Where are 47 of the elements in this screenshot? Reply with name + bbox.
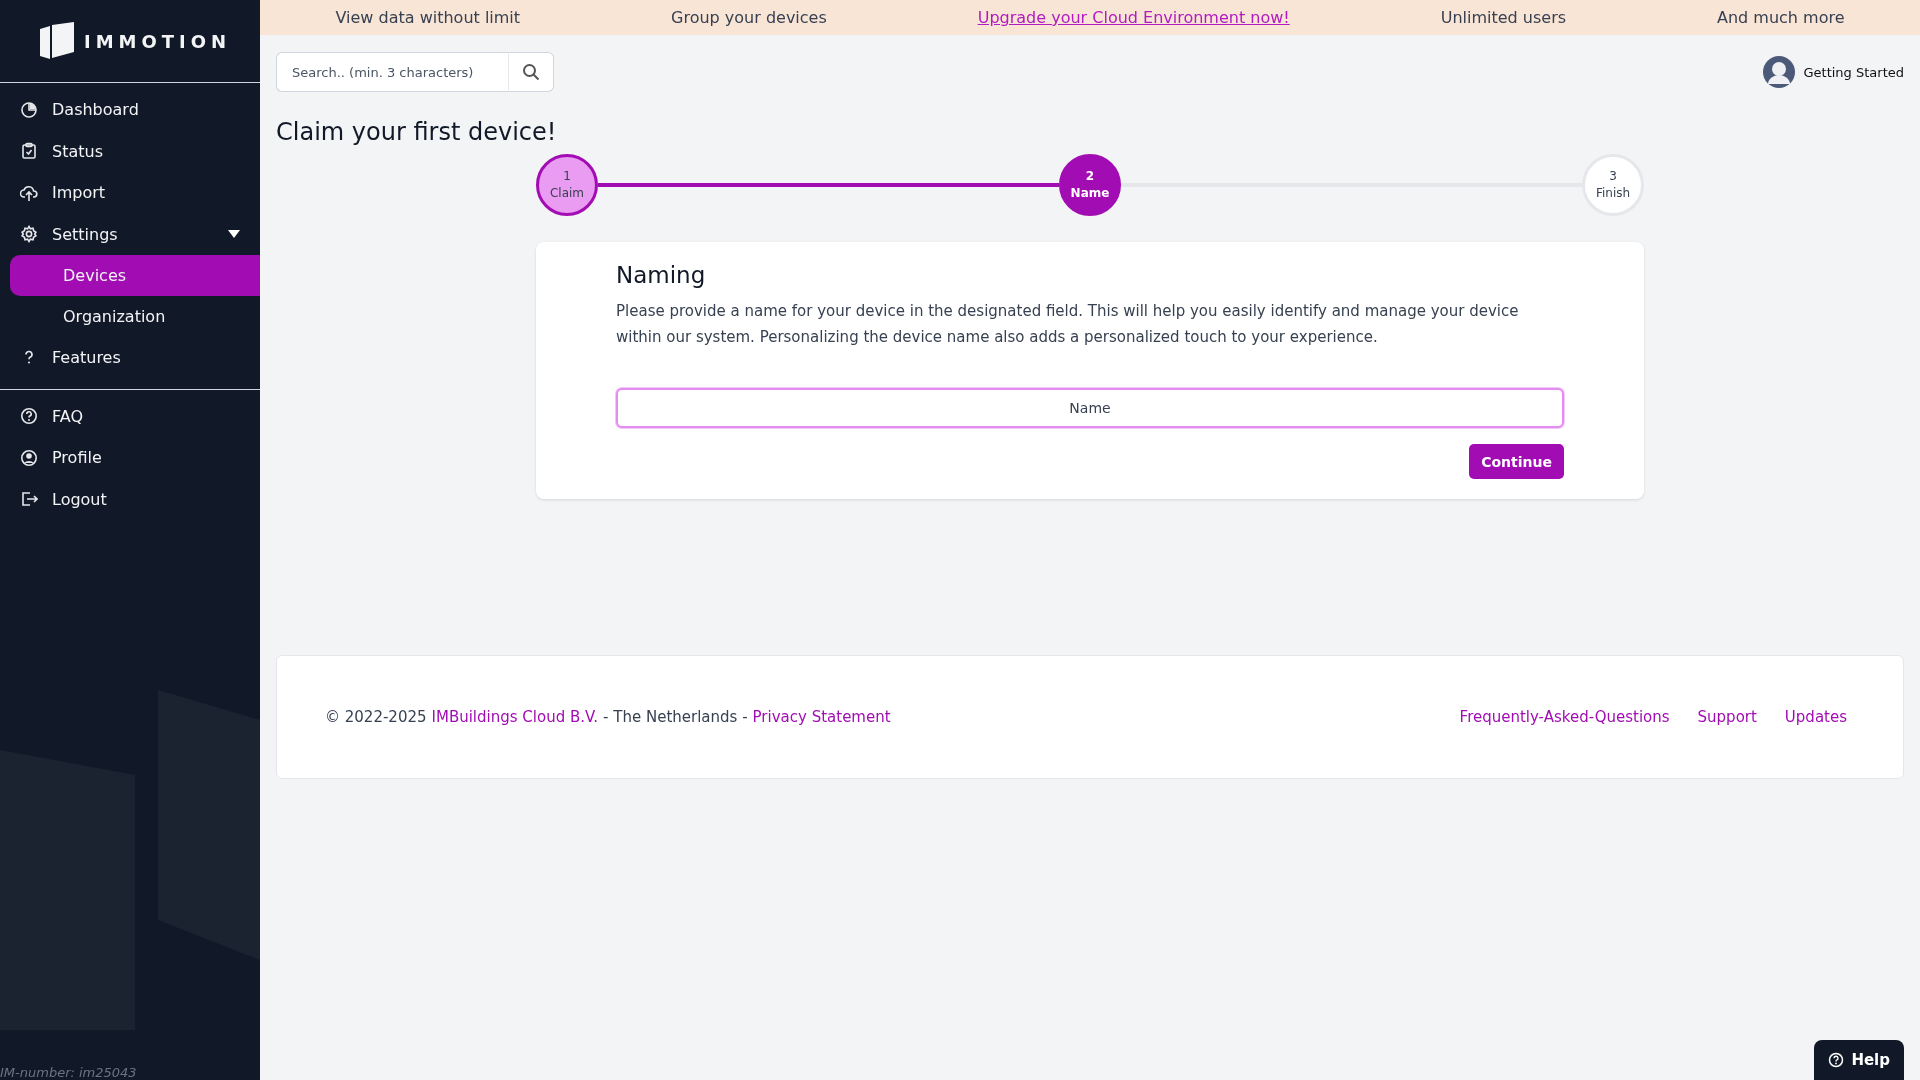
- promo-text: Group your devices: [671, 8, 827, 27]
- user-icon: [20, 448, 38, 467]
- cloud-upload-icon: [20, 183, 38, 202]
- footer-text: - The Netherlands -: [603, 708, 748, 726]
- sidebar-item[interactable]: Logout: [0, 478, 260, 520]
- promo-text: Unlimited users: [1440, 8, 1567, 27]
- sidebar-item[interactable]: Dashboard: [0, 89, 260, 131]
- sidebar-item[interactable]: FAQ: [0, 395, 260, 437]
- promo-text: View data without limit: [335, 8, 521, 27]
- card-title: Naming: [616, 262, 707, 288]
- help-button[interactable]: Help: [1814, 1040, 1904, 1080]
- sidebar-item[interactable]: Status: [0, 130, 260, 172]
- continue-button[interactable]: Continue: [1469, 444, 1564, 479]
- footer-link[interactable]: Frequently-Asked-Questions: [1459, 708, 1670, 726]
- logo-text: IMMOTION: [84, 30, 232, 52]
- sidebar-item[interactable]: Settings: [0, 213, 260, 255]
- logo-icon: [38, 21, 76, 61]
- pie-chart-icon: [20, 100, 38, 119]
- sidebar-item[interactable]: Profile: [0, 437, 260, 479]
- name-input-field[interactable]: Name: [616, 388, 1564, 428]
- gear-icon: [20, 225, 38, 244]
- step-circle[interactable]: 2 Name: [1059, 154, 1121, 216]
- footer-link[interactable]: Updates: [1784, 708, 1847, 726]
- promo-text: And much more: [1717, 8, 1845, 27]
- im-number-text: IM-number: im25043: [0, 1065, 137, 1080]
- step-circle[interactable]: 1 Claim: [536, 154, 598, 216]
- help-icon: [20, 407, 38, 426]
- clipboard-check-icon: [20, 142, 38, 161]
- footer-text: © 2022-2025: [325, 708, 427, 726]
- footer-link[interactable]: IMBuildings Cloud B.V.: [431, 708, 599, 726]
- sidebar-subitem[interactable]: Devices: [10, 255, 260, 296]
- logout-icon: [20, 490, 38, 509]
- footer-link[interactable]: Privacy Statement: [752, 708, 891, 726]
- chevron-icon[interactable]: [228, 229, 240, 240]
- help-icon: [1828, 1052, 1845, 1068]
- user-name[interactable]: Getting Started: [1803, 64, 1904, 80]
- description-text: Please provide a name for your device in the designated field. This will help you easily identify and manage your device within our system. Personalizing the device name also adds a personalized touch to your experience.: [616, 301, 1520, 348]
- search-field[interactable]: Search.. (min. 3 characters): [276, 52, 509, 92]
- footer-link[interactable]: Support: [1697, 708, 1757, 726]
- avatar-icon[interactable]: [1763, 56, 1796, 88]
- page-title: Claim your first device!: [276, 118, 558, 146]
- upgrade-link[interactable]: Upgrade your Cloud Environment now!: [977, 8, 1290, 27]
- sidebar-item[interactable]: Import: [0, 172, 260, 214]
- search-icon[interactable]: [509, 52, 554, 92]
- sidebar-item[interactable]: Features: [0, 337, 260, 379]
- sidebar-subitem[interactable]: Organization: [10, 296, 260, 337]
- step-circle[interactable]: 3 Finish: [1582, 154, 1644, 216]
